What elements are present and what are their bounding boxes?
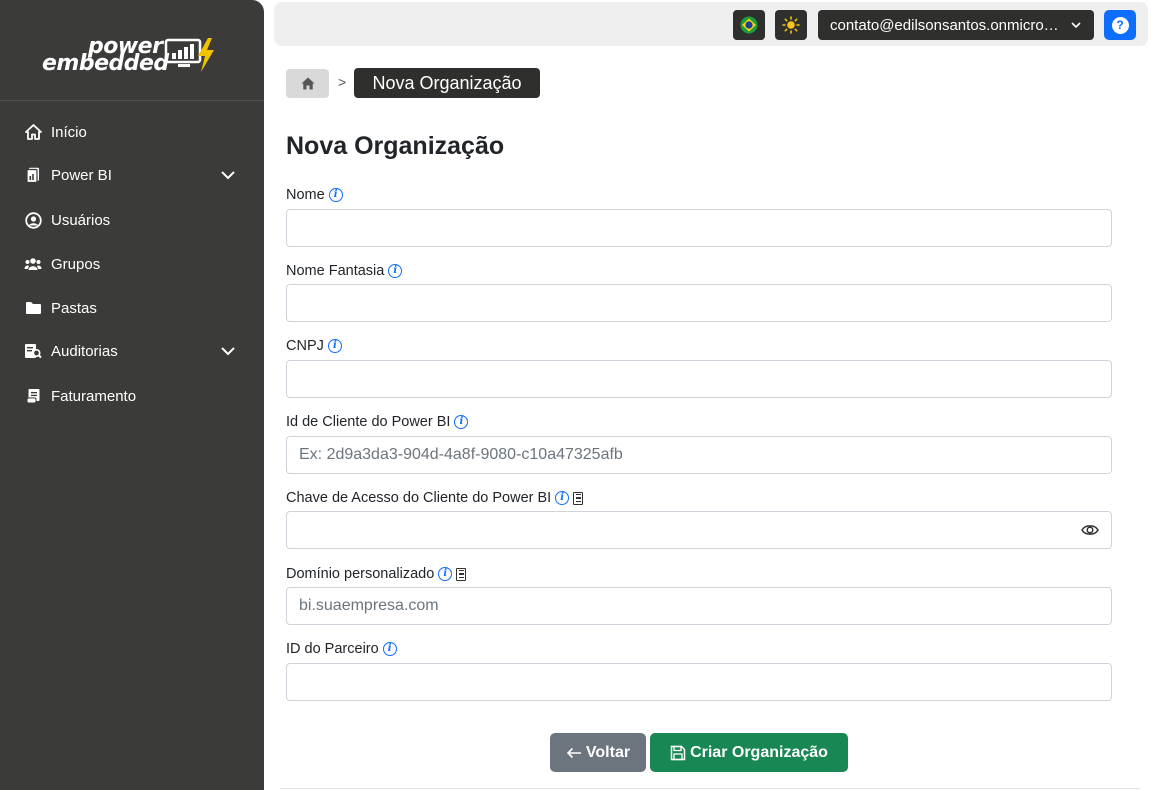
custom-domain-label: Domínio personalizado i bbox=[286, 566, 467, 582]
nome-label: Nome i bbox=[286, 187, 343, 203]
sidebar-item-faturamento[interactable]: Faturamento bbox=[0, 376, 264, 416]
chevron-down-icon[interactable] bbox=[220, 343, 236, 359]
nome-input[interactable] bbox=[286, 209, 1112, 247]
back-button[interactable]: Voltar bbox=[550, 733, 646, 772]
create-organization-button[interactable]: Criar Organização bbox=[650, 733, 848, 772]
sidebar-item-power-bi[interactable]: Power BI bbox=[0, 155, 264, 195]
sidebar-item-pastas[interactable]: Pastas bbox=[0, 288, 264, 328]
chevron-down-icon[interactable] bbox=[220, 167, 236, 183]
brazil-flag-icon bbox=[740, 16, 758, 34]
info-icon[interactable]: i bbox=[555, 491, 570, 505]
nome-fantasia-label-text: Nome Fantasia bbox=[286, 263, 385, 279]
document-icon[interactable] bbox=[456, 567, 467, 581]
sidebar-divider bbox=[0, 100, 264, 101]
client-secret-label-text: Chave de Acesso do Cliente do Power BI bbox=[286, 490, 552, 506]
arrow-left-icon bbox=[566, 747, 581, 758]
info-icon[interactable]: i bbox=[328, 188, 343, 202]
user-email: contato@edilsonsantos.onmicro… bbox=[830, 16, 1059, 34]
sidebar-item-label: Início bbox=[51, 123, 87, 141]
info-icon[interactable]: i bbox=[454, 415, 469, 429]
nome-fantasia-input[interactable] bbox=[286, 284, 1112, 322]
cnpj-input[interactable] bbox=[286, 360, 1112, 398]
language-button[interactable] bbox=[733, 10, 765, 40]
nome-label-text: Nome bbox=[286, 187, 325, 203]
eye-icon[interactable] bbox=[1081, 521, 1099, 539]
user-circle-icon bbox=[24, 211, 42, 229]
receipt-icon bbox=[24, 387, 42, 405]
home-icon bbox=[301, 77, 314, 90]
create-organization-label: Criar Organização bbox=[690, 743, 828, 761]
info-icon[interactable]: i bbox=[438, 567, 453, 581]
brand-line2: embedded bbox=[42, 51, 169, 76]
footer-divider bbox=[280, 788, 1140, 789]
nome-fantasia-label: Nome Fantasia i bbox=[286, 263, 403, 279]
save-icon bbox=[670, 745, 686, 760]
client-secret-input[interactable] bbox=[286, 511, 1112, 549]
sidebar-item-usuarios[interactable]: Usuários bbox=[0, 200, 264, 240]
info-icon[interactable]: i bbox=[327, 339, 342, 353]
partner-id-label: ID do Parceiro i bbox=[286, 641, 397, 657]
page-title: Nova Organização bbox=[286, 132, 505, 160]
document-icon[interactable] bbox=[573, 491, 584, 505]
custom-domain-input[interactable] bbox=[286, 587, 1112, 625]
users-icon bbox=[24, 255, 42, 273]
breadcrumb-current-label: Nova Organização bbox=[372, 72, 522, 93]
home-icon bbox=[24, 123, 42, 141]
theme-toggle-button[interactable] bbox=[775, 10, 807, 40]
cnpj-label: CNPJ i bbox=[286, 338, 342, 354]
chevron-down-icon bbox=[1071, 22, 1081, 29]
top-bar: contato@edilsonsantos.onmicro… ? bbox=[274, 2, 1148, 46]
client-id-label: Id de Cliente do Power BI i bbox=[286, 414, 469, 430]
user-menu-dropdown[interactable]: contato@edilsonsantos.onmicro… bbox=[818, 10, 1094, 40]
back-button-label: Voltar bbox=[585, 743, 631, 761]
sidebar-item-auditorias[interactable]: Auditorias bbox=[0, 331, 264, 371]
sun-icon bbox=[782, 16, 800, 34]
sidebar-item-label: Usuários bbox=[51, 211, 111, 229]
client-secret-label: Chave de Acesso do Cliente do Power BI i bbox=[286, 490, 584, 506]
client-id-input[interactable] bbox=[286, 436, 1112, 474]
sidebar-item-label: Pastas bbox=[51, 299, 97, 317]
sidebar-item-label: Auditorias bbox=[51, 342, 118, 360]
sidebar-item-inicio[interactable]: Início bbox=[0, 112, 264, 152]
help-button[interactable]: ? bbox=[1104, 10, 1136, 40]
partner-id-input[interactable] bbox=[286, 663, 1112, 701]
info-icon[interactable]: i bbox=[382, 642, 397, 656]
breadcrumb-home[interactable] bbox=[286, 69, 329, 98]
brand-logo[interactable]: power embedded bbox=[42, 34, 222, 78]
breadcrumb-separator: > bbox=[338, 74, 347, 90]
partner-id-label-text: ID do Parceiro bbox=[286, 641, 379, 657]
sidebar: power embedded Início Power BI Usuários bbox=[0, 0, 264, 790]
info-icon[interactable]: i bbox=[388, 264, 403, 278]
cnpj-label-text: CNPJ bbox=[286, 338, 324, 354]
sidebar-item-label: Grupos bbox=[51, 255, 101, 273]
monitor-chart-icon bbox=[164, 38, 214, 72]
custom-domain-label-text: Domínio personalizado bbox=[286, 566, 435, 582]
breadcrumb-current: Nova Organização bbox=[354, 68, 540, 98]
sidebar-item-label: Faturamento bbox=[51, 387, 137, 405]
sidebar-item-label: Power BI bbox=[51, 166, 112, 184]
client-id-label-text: Id de Cliente do Power BI bbox=[286, 414, 451, 430]
audit-icon bbox=[24, 342, 42, 360]
folder-icon bbox=[24, 299, 42, 317]
report-icon bbox=[24, 166, 42, 184]
help-icon: ? bbox=[1111, 16, 1129, 34]
sidebar-item-grupos[interactable]: Grupos bbox=[0, 244, 264, 284]
